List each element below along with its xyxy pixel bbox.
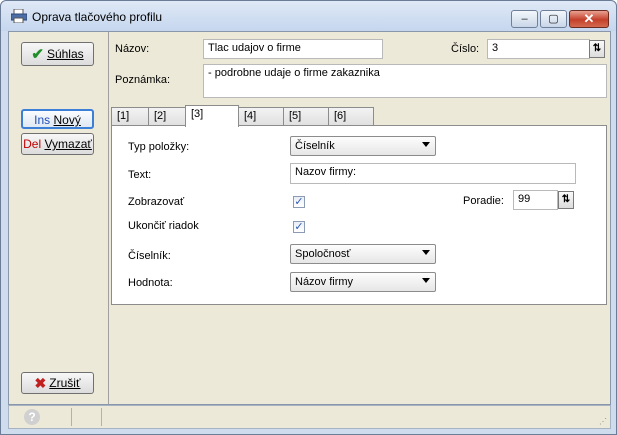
order-label: Poradie:: [463, 195, 504, 207]
show-label: Zobrazovať: [128, 196, 185, 208]
close-button[interactable]: ✕: [569, 10, 609, 28]
type-label: Typ položky:: [128, 141, 190, 153]
spin-arrows-icon[interactable]: ⇅: [589, 40, 605, 58]
text-label: Text:: [128, 169, 152, 181]
detail-panel: Názov: Tlac udajov o firme Číslo: 3 ⇅ Po…: [109, 32, 610, 404]
codebook-select[interactable]: Spoločnosť: [290, 244, 436, 264]
tab-6[interactable]: [6]: [328, 107, 374, 125]
new-button-label: Nový: [53, 113, 81, 127]
order-field[interactable]: 99: [513, 190, 558, 210]
name-field[interactable]: Tlac udajov o firme: [203, 39, 383, 59]
printer-icon: [11, 9, 27, 23]
value-select-value: Názov firmy: [295, 276, 354, 288]
value-label: Hodnota:: [128, 277, 173, 289]
resize-grip-icon[interactable]: ⋰: [599, 417, 607, 426]
delete-key-hint: Del: [23, 137, 42, 151]
note-label: Poznámka:: [115, 74, 171, 86]
minimize-button[interactable]: –: [511, 10, 538, 28]
delete-button[interactable]: Del Vymazať: [21, 133, 94, 155]
tab-4[interactable]: [4]: [238, 107, 284, 125]
tab-5[interactable]: [5]: [283, 107, 329, 125]
chevron-down-icon: [422, 278, 430, 283]
value-select[interactable]: Názov firmy: [290, 272, 436, 292]
maximize-icon: ▢: [548, 13, 559, 25]
tab-panel: Typ položky: Číselník Text: Nazov firmy:…: [111, 125, 607, 305]
new-key-hint: Ins: [34, 113, 51, 127]
help-icon[interactable]: ?: [24, 409, 40, 425]
check-icon: ✔: [31, 46, 44, 63]
name-label: Názov:: [115, 43, 150, 55]
endline-checkbox[interactable]: ✓: [293, 221, 305, 233]
endline-label: Ukončiť riadok: [128, 220, 199, 232]
close-icon: ✕: [583, 11, 595, 26]
note-field[interactable]: - podrobne udaje o firme zakaznika: [203, 64, 607, 98]
status-divider: [71, 408, 72, 426]
client-area: ✔ Súhlas Ins Nový Del Vymazať ✖ Zrušiť Náz…: [8, 31, 611, 405]
type-select[interactable]: Číselník: [290, 136, 436, 156]
show-checkbox[interactable]: ✓: [293, 196, 305, 208]
status-divider: [101, 408, 102, 426]
chevron-down-icon: [422, 142, 430, 147]
status-bar: ? ⋰: [8, 405, 611, 429]
cancel-button-label: Zrušiť: [49, 376, 81, 390]
text-field[interactable]: Nazov firmy:: [290, 163, 576, 184]
new-button[interactable]: Ins Nový: [21, 109, 94, 129]
button-panel: ✔ Súhlas Ins Nový Del Vymazať ✖ Zrušiť: [9, 32, 109, 404]
maximize-button[interactable]: ▢: [540, 10, 567, 28]
number-label: Číslo:: [451, 43, 480, 55]
x-icon: ✖: [34, 375, 47, 391]
title-bar[interactable]: Oprava tlačového profilu – ▢ ✕: [1, 1, 616, 31]
type-select-value: Číselník: [295, 140, 335, 152]
number-field[interactable]: 3: [487, 39, 590, 59]
window: Oprava tlačového profilu – ▢ ✕ ✔ Súhlas I…: [0, 0, 617, 435]
minimize-icon: –: [521, 13, 528, 25]
delete-button-label: Vymazať: [44, 137, 92, 151]
codebook-label: Číselník:: [128, 250, 171, 262]
ok-button-label: Súhlas: [46, 47, 84, 61]
codebook-select-value: Spoločnosť: [295, 248, 351, 260]
tab-1[interactable]: [1]: [111, 107, 149, 125]
cancel-button[interactable]: ✖ Zrušiť: [21, 372, 94, 394]
ok-button[interactable]: ✔ Súhlas: [21, 42, 94, 66]
chevron-down-icon: [422, 250, 430, 255]
tab-3[interactable]: [3]: [185, 105, 239, 127]
tab-2[interactable]: [2]: [148, 107, 186, 125]
tab-strip: [1] [2] [3] [4] [5] [6]: [111, 105, 609, 127]
window-title: Oprava tlačového profilu: [32, 10, 163, 24]
order-spin-arrows-icon[interactable]: ⇅: [558, 191, 574, 209]
